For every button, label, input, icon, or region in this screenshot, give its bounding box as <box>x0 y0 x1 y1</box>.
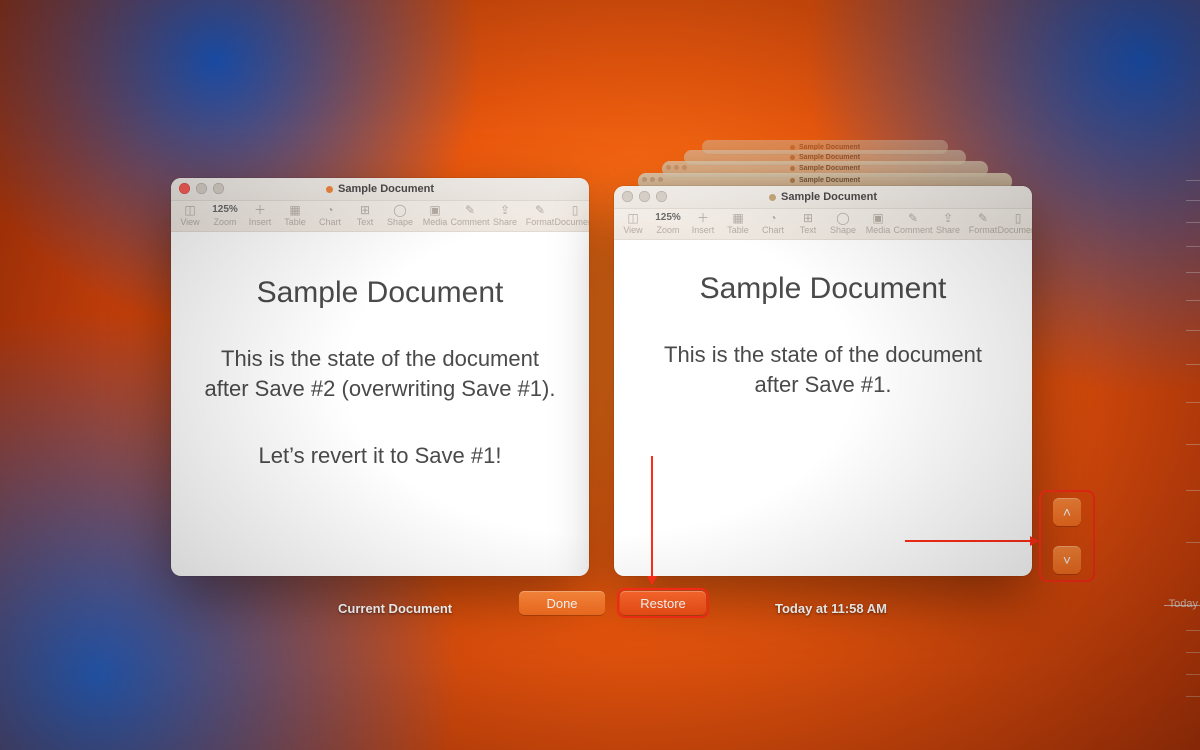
annotation-arrow-right <box>905 540 1038 542</box>
plus-icon: ＋ <box>254 203 266 217</box>
close-icon[interactable] <box>179 183 190 194</box>
chevron-down-icon: ˅ <box>1063 552 1071 568</box>
chevron-up-icon: ˄ <box>1063 504 1071 520</box>
zoom-tool[interactable]: 125%Zoom <box>655 209 681 235</box>
window-title: Sample Document <box>781 191 877 203</box>
minimize-icon <box>639 191 650 202</box>
document-icon: ▯ <box>572 203 579 217</box>
document-tool[interactable]: ▯Document <box>1005 209 1031 235</box>
format-icon: ✎ <box>535 203 545 217</box>
media-tool[interactable]: ▣Media <box>422 201 448 227</box>
close-icon <box>622 191 633 202</box>
shape-tool[interactable]: ◯Shape <box>387 201 413 227</box>
media-tool[interactable]: ▣Media <box>865 209 891 235</box>
version-timeline[interactable]: Today <box>1142 170 1200 710</box>
version-nav-arrows: ˄ ˅ <box>1044 495 1090 577</box>
view-tool[interactable]: ◫View <box>177 201 203 227</box>
media-icon: ▣ <box>429 203 440 217</box>
titlebar[interactable]: Sample Document <box>614 186 1032 209</box>
sidebar-icon: ◫ <box>184 203 195 217</box>
doc-paragraph-2: Let’s revert it to Save #1! <box>201 441 559 471</box>
document-content: Sample Document This is the state of the… <box>614 240 1032 463</box>
text-tool[interactable]: ⊞Text <box>352 201 378 227</box>
plus-icon: ＋ <box>697 211 709 225</box>
toolbar: ◫View 125%Zoom ＋Insert ▦Table ◔Chart ⊞Te… <box>171 201 589 232</box>
doc-heading: Sample Document <box>201 276 559 310</box>
media-icon: ▣ <box>872 211 883 225</box>
current-document-window: Sample Document ◫View 125%Zoom ＋Insert ▦… <box>171 178 589 576</box>
window-title: Sample Document <box>338 183 434 195</box>
timeline-now-label: Today <box>1169 598 1198 610</box>
version-previous-button[interactable]: ˄ <box>1053 498 1081 526</box>
sidebar-icon: ◫ <box>627 211 638 225</box>
version-next-button[interactable]: ˅ <box>1053 546 1081 574</box>
version-timestamp-label: Today at 11:58 AM <box>775 601 887 616</box>
done-button[interactable]: Done <box>519 591 605 615</box>
comment-tool[interactable]: ✎Comment <box>900 209 926 235</box>
zoom-tool[interactable]: 125%Zoom <box>212 201 238 227</box>
toolbar: ◫View 125%Zoom ＋Insert ▦Table ◔Chart ⊞Te… <box>614 209 1032 240</box>
format-tool[interactable]: ✎Format <box>527 201 553 227</box>
chart-tool[interactable]: ◔Chart <box>760 209 786 235</box>
table-icon: ▦ <box>732 211 743 225</box>
format-tool[interactable]: ✎Format <box>970 209 996 235</box>
window-traffic-lights <box>622 191 667 202</box>
table-tool[interactable]: ▦Table <box>725 209 751 235</box>
shape-icon: ◯ <box>393 203 406 217</box>
document-icon: ▯ <box>1015 211 1022 225</box>
annotation-arrow-down <box>651 456 653 584</box>
version-ghost-title: Sample Document <box>799 154 860 161</box>
restore-button[interactable]: Restore <box>620 591 706 615</box>
chart-icon: ◔ <box>326 203 333 217</box>
text-icon: ⊞ <box>803 211 813 225</box>
zoom-window-icon <box>656 191 667 202</box>
insert-tool[interactable]: ＋Insert <box>247 201 273 227</box>
table-tool[interactable]: ▦Table <box>282 201 308 227</box>
comment-tool[interactable]: ✎Comment <box>457 201 483 227</box>
zoom-window-icon <box>213 183 224 194</box>
table-icon: ▦ <box>289 203 300 217</box>
comment-icon: ✎ <box>465 203 475 217</box>
chart-tool[interactable]: ◔Chart <box>317 201 343 227</box>
share-tool[interactable]: ⇪Share <box>935 209 961 235</box>
doc-heading: Sample Document <box>644 272 1002 306</box>
share-icon: ⇪ <box>500 203 510 217</box>
text-tool[interactable]: ⊞Text <box>795 209 821 235</box>
chart-icon: ◔ <box>769 211 776 225</box>
insert-tool[interactable]: ＋Insert <box>690 209 716 235</box>
versions-browser-backdrop: Sample Document Sample Document Sample D… <box>0 0 1200 750</box>
titlebar[interactable]: Sample Document <box>171 178 589 201</box>
minimize-icon <box>196 183 207 194</box>
doc-paragraph-1: This is the state of the document after … <box>201 344 559 403</box>
shape-icon: ◯ <box>836 211 849 225</box>
version-ghost-title: Sample Document <box>799 177 860 184</box>
edited-indicator-icon <box>769 194 776 201</box>
window-traffic-lights[interactable] <box>179 183 224 194</box>
view-tool[interactable]: ◫View <box>620 209 646 235</box>
edited-indicator-icon <box>326 186 333 193</box>
text-icon: ⊞ <box>360 203 370 217</box>
document-content: Sample Document This is the state of the… <box>171 232 589 535</box>
shape-tool[interactable]: ◯Shape <box>830 209 856 235</box>
timeline-now-marker <box>1164 605 1200 606</box>
current-document-label: Current Document <box>338 601 452 616</box>
format-icon: ✎ <box>978 211 988 225</box>
doc-paragraph-1: This is the state of the document after … <box>644 340 1002 399</box>
share-tool[interactable]: ⇪Share <box>492 201 518 227</box>
comment-icon: ✎ <box>908 211 918 225</box>
version-ghost-title: Sample Document <box>799 165 860 172</box>
share-icon: ⇪ <box>943 211 953 225</box>
version-document-window: Sample Document ◫View 125%Zoom ＋Insert ▦… <box>614 186 1032 576</box>
document-tool[interactable]: ▯Document <box>562 201 588 227</box>
